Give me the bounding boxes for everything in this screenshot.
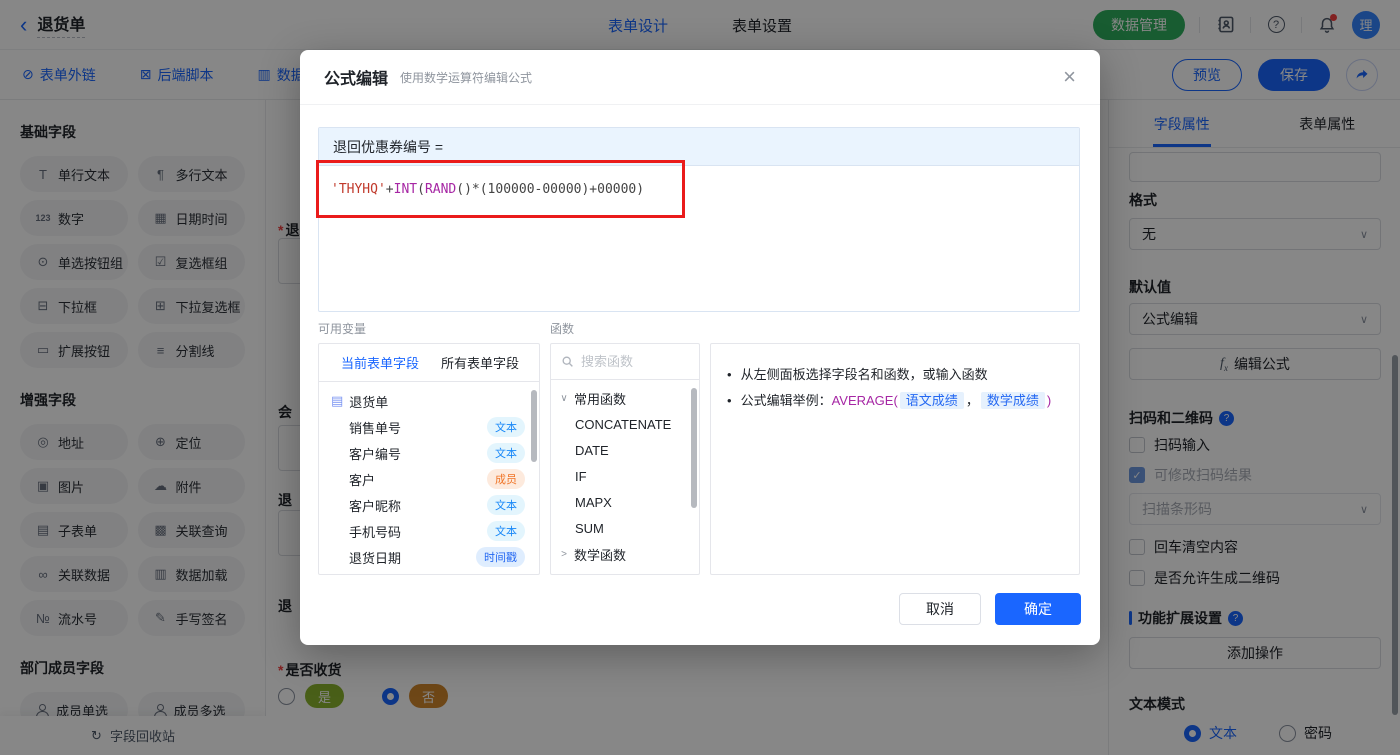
- field-chip: 语文成绩: [899, 392, 964, 409]
- formula-function-token: INT: [393, 182, 418, 197]
- variables-box: 当前表单字段 所有表单字段 ▤ 退货单 销售单号 文本 客户编号 文本 客户 成员 客…: [318, 343, 540, 575]
- tab-current-form-fields[interactable]: 当前表单字段: [341, 353, 419, 372]
- bullet: •: [727, 367, 732, 382]
- tips-box: • 从左侧面板选择字段名和函数，或输入函数 • 公式编辑举例：AVERAGE(语…: [710, 343, 1080, 575]
- formula-editor-box: 退回优惠券编号 = 'THYHQ'+INT(RAND()*(100000-000…: [318, 127, 1080, 312]
- chevron-right-icon: >: [561, 548, 567, 560]
- formula-function-token: RAND: [424, 182, 457, 197]
- app-root: ‹ 退货单 表单设计 表单设置 数据管理 ? 理 ⊘ 表单外链 ⊠ 后端脚本 ▥…: [0, 0, 1400, 755]
- close-icon[interactable]: ×: [1063, 66, 1076, 88]
- confirm-button[interactable]: 确定: [995, 593, 1081, 625]
- scrollbar-thumb[interactable]: [531, 390, 537, 462]
- tip-line-2: • 公式编辑举例：AVERAGE(语文成绩，数学成绩): [727, 388, 1063, 414]
- formula-target: 退回优惠券编号 =: [319, 128, 1079, 166]
- type-badge: 文本: [487, 521, 525, 541]
- function-group-math[interactable]: > 数学函数: [551, 541, 699, 567]
- type-badge: 文本: [487, 443, 525, 463]
- tab-all-form-fields[interactable]: 所有表单字段: [441, 353, 519, 372]
- functions-label: 函数: [550, 322, 575, 336]
- form-node[interactable]: ▤ 退货单: [319, 388, 539, 414]
- function-item[interactable]: IF: [551, 463, 699, 489]
- bullet: •: [727, 393, 732, 408]
- chevron-down-icon: ∨: [560, 392, 568, 404]
- search-input[interactable]: [581, 354, 681, 369]
- document-icon: ▤: [331, 393, 344, 408]
- modal-title: 公式编辑: [324, 71, 389, 88]
- function-group-common[interactable]: ∨ 常用函数: [551, 385, 699, 411]
- formula-input-area[interactable]: 'THYHQ'+INT(RAND()*(100000-00000)+00000): [319, 166, 1079, 213]
- function-search: [551, 344, 699, 380]
- variable-row[interactable]: 手机号码 文本: [319, 518, 539, 544]
- type-badge: 时间戳: [476, 547, 525, 567]
- variable-row[interactable]: 客户编号 文本: [319, 440, 539, 466]
- function-tree: ∨ 常用函数 CONCATENATE DATE IF MAPX SUM > 数学函数…: [551, 380, 699, 575]
- tip-line-1: • 从左侧面板选择字段名和函数，或输入函数: [727, 362, 1063, 388]
- functions-box: ∨常用函数 CONCATENATE DATE IF MAPX SUM >数学函数…: [550, 343, 700, 575]
- type-badge: 成员: [487, 469, 525, 489]
- type-badge: 文本: [487, 495, 525, 515]
- variable-row[interactable]: 客户昵称 文本: [319, 492, 539, 518]
- chevron-right-icon: >: [559, 575, 569, 576]
- variable-row[interactable]: 销售单号 文本: [319, 414, 539, 440]
- function-item[interactable]: CONCATENATE: [551, 411, 699, 437]
- search-icon: [562, 356, 573, 367]
- variable-row[interactable]: 退货日期 时间戳: [319, 544, 539, 570]
- modal-header: 公式编辑 使用数学运算符编辑公式 ×: [300, 50, 1100, 105]
- variables-list: ▤ 退货单 销售单号 文本 客户编号 文本 客户 成员 客户昵称 文本 手机号码 文本 退…: [319, 382, 539, 570]
- field-chip: 数学成绩: [980, 392, 1045, 409]
- modal-subtitle: 使用数学运算符编辑公式: [400, 70, 533, 85]
- cancel-button[interactable]: 取消: [899, 593, 981, 625]
- modal-footer: 取消 确定: [899, 593, 1081, 625]
- function-group-text[interactable]: >文本函数: [551, 567, 699, 575]
- type-badge: 文本: [487, 417, 525, 437]
- function-item[interactable]: MAPX: [551, 489, 699, 515]
- scrollbar-thumb[interactable]: [691, 388, 697, 508]
- formula-editor-modal: 公式编辑 使用数学运算符编辑公式 × 退回优惠券编号 = 'THYHQ'+INT…: [300, 50, 1100, 645]
- function-item[interactable]: DATE: [551, 437, 699, 463]
- variables-tabs: 当前表单字段 所有表单字段: [319, 344, 539, 382]
- formula-string-token: 'THYHQ': [331, 182, 386, 197]
- variable-row[interactable]: 客户 成员: [319, 466, 539, 492]
- variables-label: 可用变量: [318, 322, 367, 336]
- function-item[interactable]: SUM: [551, 515, 699, 541]
